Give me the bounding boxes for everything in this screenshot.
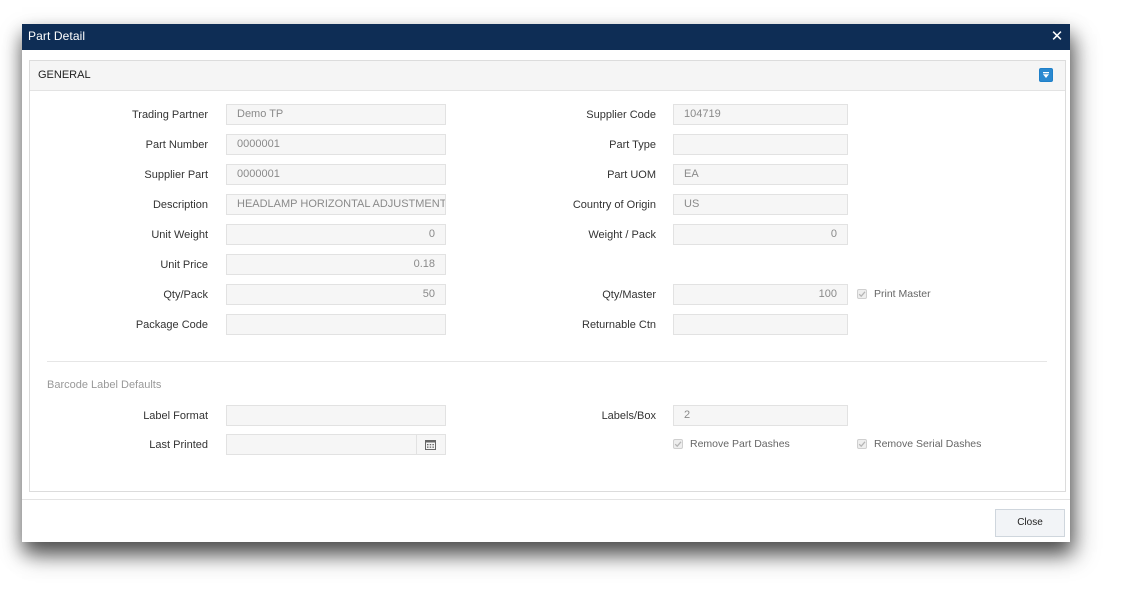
part-uom-input[interactable]: EA bbox=[673, 164, 848, 185]
package-code-label: Package Code bbox=[135, 319, 208, 331]
panel-title: GENERAL bbox=[38, 69, 91, 81]
trading-partner-input[interactable]: Demo TP bbox=[226, 104, 446, 125]
last-printed-label: Last Printed bbox=[149, 439, 208, 451]
print-master-checkbox[interactable] bbox=[857, 289, 867, 299]
weight-pack-label: Weight / Pack bbox=[588, 229, 656, 241]
unit-weight-label: Unit Weight bbox=[151, 229, 208, 241]
general-panel-header[interactable]: GENERAL bbox=[30, 61, 1065, 91]
unit-price-label: Unit Price bbox=[160, 259, 208, 271]
footer-divider bbox=[22, 499, 1070, 500]
remove-part-dashes-label: Remove Part Dashes bbox=[690, 438, 790, 450]
trading-partner-label: Trading Partner bbox=[131, 109, 208, 121]
supplier-code-input[interactable]: 104719 bbox=[673, 104, 848, 125]
returnable-ctn-label: Returnable Ctn bbox=[582, 319, 656, 331]
supplier-code-label: Supplier Code bbox=[586, 109, 656, 121]
qty-master-label: Qty/Master bbox=[602, 289, 656, 301]
section-divider bbox=[47, 361, 1047, 362]
close-icon[interactable]: ✕ bbox=[1048, 27, 1066, 47]
dialog-titlebar: Part Detail ✕ bbox=[22, 24, 1070, 50]
remove-part-dashes-checkbox[interactable] bbox=[673, 439, 683, 449]
country-of-origin-input[interactable]: US bbox=[673, 194, 848, 215]
part-number-label: Part Number bbox=[145, 139, 208, 151]
package-code-input[interactable] bbox=[226, 314, 446, 335]
close-button[interactable]: Close bbox=[995, 509, 1065, 537]
barcode-section-title: Barcode Label Defaults bbox=[47, 379, 162, 391]
chevron-down-icon[interactable] bbox=[1039, 68, 1053, 82]
part-type-input[interactable] bbox=[673, 134, 848, 155]
general-panel: GENERAL Trading Partner Demo TP Part Num… bbox=[29, 60, 1066, 492]
labels-box-label: Labels/Box bbox=[601, 410, 656, 422]
part-detail-dialog: Part Detail ✕ GENERAL Trading Partner De… bbox=[22, 24, 1070, 542]
label-format-label: Label Format bbox=[143, 410, 208, 422]
unit-weight-input[interactable]: 0 bbox=[226, 224, 446, 245]
part-uom-label: Part UOM bbox=[607, 169, 656, 181]
label-format-input[interactable] bbox=[226, 405, 446, 426]
part-number-input[interactable]: 0000001 bbox=[226, 134, 446, 155]
dialog-title: Part Detail bbox=[28, 29, 86, 43]
labels-box-input[interactable]: 2 bbox=[673, 405, 848, 426]
calendar-icon[interactable] bbox=[416, 435, 445, 454]
remove-serial-dashes-checkbox[interactable] bbox=[857, 439, 867, 449]
description-label: Description bbox=[152, 199, 208, 211]
unit-price-input[interactable]: 0.18 bbox=[226, 254, 446, 275]
qty-pack-input[interactable]: 50 bbox=[226, 284, 446, 305]
supplier-part-input[interactable]: 0000001 bbox=[226, 164, 446, 185]
weight-pack-input[interactable]: 0 bbox=[673, 224, 848, 245]
returnable-ctn-input[interactable] bbox=[673, 314, 848, 335]
description-input[interactable]: HEADLAMP HORIZONTAL ADJUSTMENT I bbox=[226, 194, 446, 215]
remove-serial-dashes-label: Remove Serial Dashes bbox=[874, 438, 982, 450]
qty-pack-label: Qty/Pack bbox=[163, 289, 208, 301]
part-type-label: Part Type bbox=[609, 139, 656, 151]
qty-master-input[interactable]: 100 bbox=[673, 284, 848, 305]
country-of-origin-label: Country of Origin bbox=[572, 199, 656, 211]
print-master-label: Print Master bbox=[874, 288, 931, 300]
supplier-part-label: Supplier Part bbox=[144, 169, 208, 181]
last-printed-input[interactable] bbox=[226, 434, 446, 455]
